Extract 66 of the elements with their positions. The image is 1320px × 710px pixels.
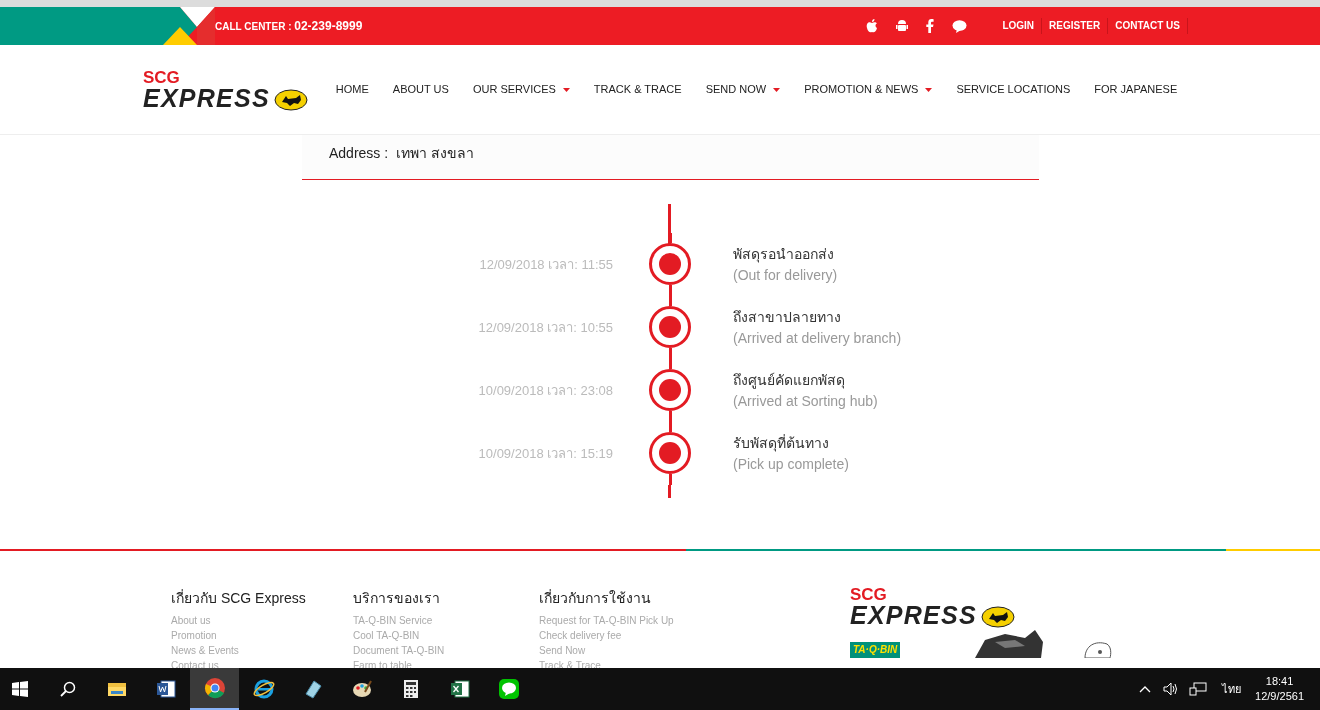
windows-start-icon[interactable]: [12, 681, 28, 697]
footer-link[interactable]: Send Now: [539, 643, 850, 658]
cat-logo-icon: [273, 88, 308, 111]
clock[interactable]: 18:41 12/9/2561: [1255, 674, 1304, 704]
event-datetime: 12/09/2018 เวลา: 10:55: [477, 318, 613, 337]
nav-link[interactable]: HOME: [335, 81, 369, 98]
logo-wordmark: EXPRESS: [143, 85, 270, 111]
chat-bubble-icon[interactable]: [952, 19, 968, 33]
footer-link[interactable]: Promotion: [171, 628, 353, 643]
footer-heading: เกี่ยวกับการใช้งาน: [539, 589, 652, 607]
chevron-up-icon[interactable]: [1139, 685, 1152, 693]
footer-link[interactable]: Request for TA-Q-BIN Pick Up: [539, 613, 850, 628]
footer-link[interactable]: Check delivery fee: [539, 628, 850, 643]
logo-text: SCG: [850, 586, 888, 603]
logo-text: SCG: [143, 68, 181, 86]
caret-icon: [925, 87, 933, 92]
palette-icon: [350, 678, 373, 700]
footer-link[interactable]: About us: [171, 613, 353, 628]
facebook-icon[interactable]: [926, 19, 935, 33]
top-link[interactable]: LOGIN: [995, 18, 1043, 34]
android-icon[interactable]: [896, 19, 909, 33]
call-center-text: CALL CENTER : 02-239-8999: [215, 18, 363, 35]
browser-e-icon: [252, 678, 275, 700]
logo-wordmark: EXPRESS: [850, 603, 977, 628]
event-status: ถึงศูนย์คัดแยกพัสดุ: [733, 370, 846, 391]
event-status-english: (Arrived at delivery branch): [733, 328, 902, 348]
spreadsheet-icon: [448, 678, 471, 700]
taqbin-badge: TA·Q·BIN: [850, 642, 901, 658]
caret-icon: [562, 87, 570, 92]
nav-link[interactable]: TRACK & TRACE: [593, 81, 682, 98]
nav-link[interactable]: OUR SERVICES: [472, 81, 570, 98]
event-status-english: (Arrived at Sorting hub): [733, 391, 878, 411]
top-link[interactable]: REGISTER: [1042, 18, 1109, 34]
nav-link[interactable]: SEND NOW: [705, 81, 781, 98]
footer-heading: เกี่ยวกับ SCG Express: [171, 589, 307, 607]
stripe-logo-icon: [160, 7, 215, 45]
nav-link[interactable]: ABOUT US: [392, 81, 449, 98]
apple-icon[interactable]: [866, 19, 879, 33]
footer-link[interactable]: Cool TA-Q-BIN: [353, 628, 539, 643]
language-indicator[interactable]: ไทย: [1222, 680, 1242, 698]
search-icon[interactable]: [60, 681, 76, 697]
event-status: รับพัสดุที่ต้นทาง: [733, 433, 830, 454]
footer-link[interactable]: Document TA-Q-BIN: [353, 643, 539, 658]
footer-link[interactable]: News & Events: [171, 643, 353, 658]
network-icon[interactable]: [1189, 682, 1208, 696]
nav-link[interactable]: PROMOTION & NEWS: [804, 81, 933, 98]
cat-logo-icon: [980, 606, 1015, 628]
footer-link[interactable]: TA-Q-BIN Service: [353, 613, 539, 628]
event-datetime: 12/09/2018 เวลา: 11:55: [478, 255, 613, 274]
event-datetime: 10/09/2018 เวลา: 15:19: [477, 444, 613, 463]
event-datetime: 10/09/2018 เวลา: 23:08: [477, 381, 613, 400]
taskbar-app[interactable]: [190, 668, 239, 710]
caret-icon: [773, 87, 781, 92]
nav-link[interactable]: SERVICE LOCATIONS: [956, 81, 1071, 98]
document-icon: [154, 678, 177, 700]
address-text: Address : เทพา สงขลา: [329, 144, 474, 163]
event-status-english: (Out for delivery): [733, 265, 838, 285]
event-status: พัสดุรอนำออกส่ง: [733, 244, 835, 265]
browser-icon: [203, 677, 226, 699]
event-status: ถึงสาขาปลายทาง: [733, 307, 842, 327]
footer-heading: บริการของเรา: [353, 589, 441, 607]
speaker-icon[interactable]: [1163, 682, 1180, 696]
event-status-english: (Pick up complete): [733, 454, 849, 474]
top-link[interactable]: CONTACT US: [1108, 18, 1188, 34]
chat-app-icon: [497, 678, 520, 700]
nav-link[interactable]: FOR JAPANESE: [1094, 81, 1178, 98]
